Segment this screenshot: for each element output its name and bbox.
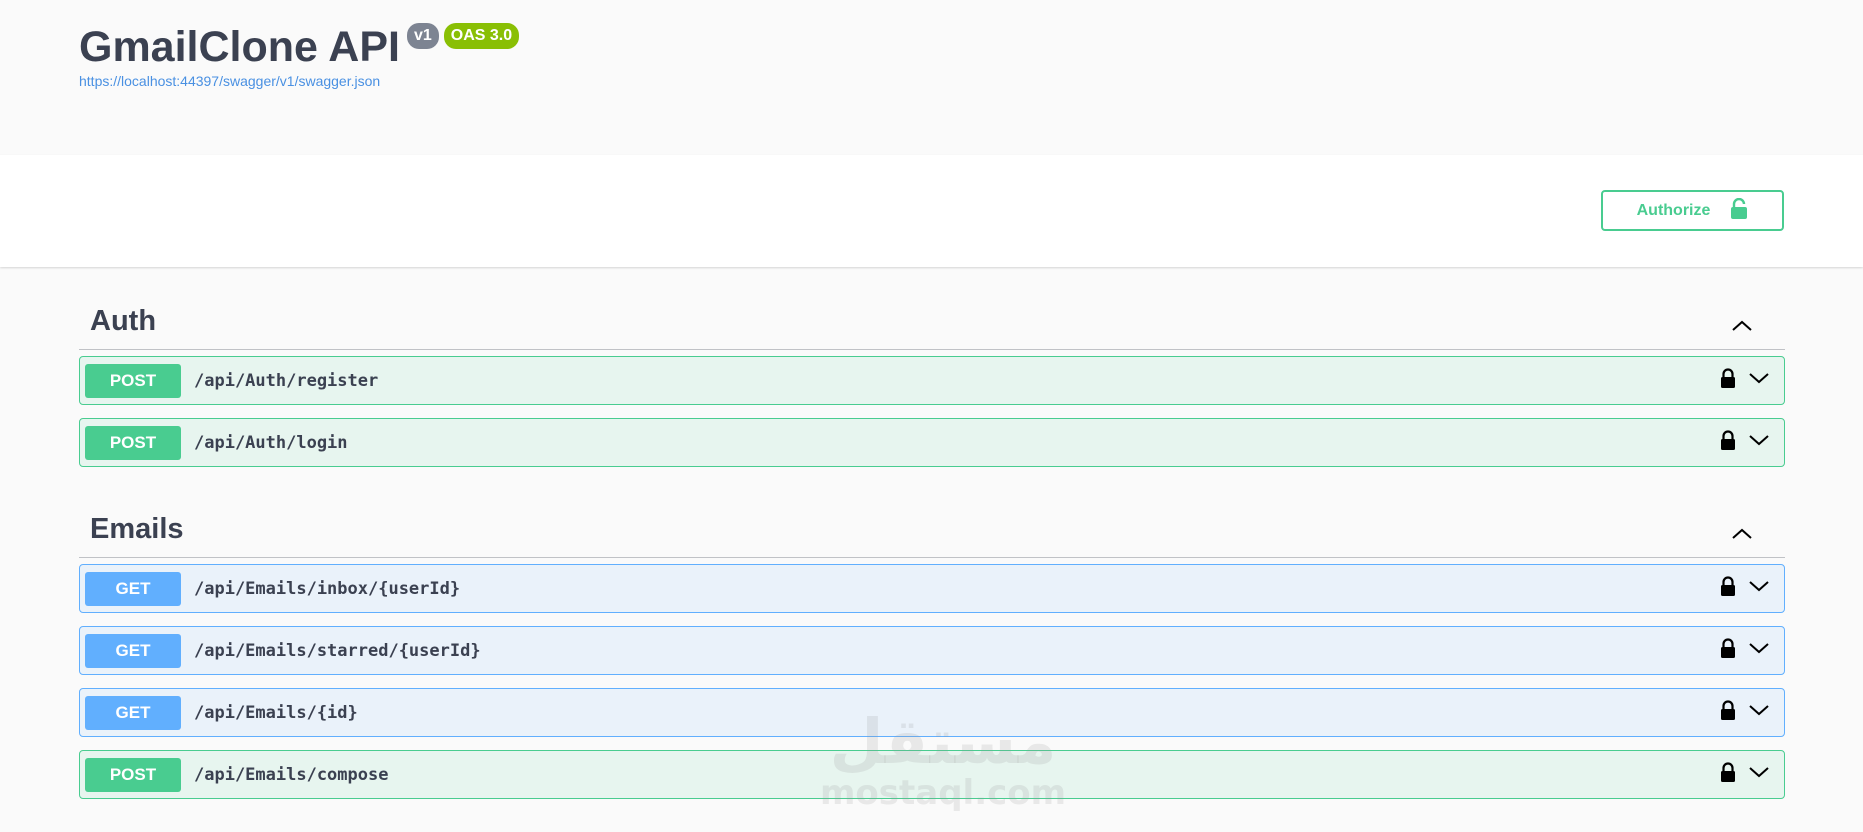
- tag-section-auth: Auth POST/api/Auth/register POST/api/Auth/…: [79, 267, 1785, 467]
- lock-icon[interactable]: [1720, 430, 1736, 455]
- api-info: GmailClone API v1 OAS 3.0 https://localh…: [0, 0, 1863, 155]
- lock-icon[interactable]: [1720, 576, 1736, 601]
- title-row: GmailClone API v1 OAS 3.0: [79, 22, 1863, 72]
- chevron-down-icon[interactable]: [1748, 641, 1770, 660]
- method-badge: GET: [85, 633, 181, 668]
- operation-path: /api/Emails/{id}: [194, 702, 358, 723]
- chevron-up-icon[interactable]: [1731, 319, 1753, 338]
- operation-row[interactable]: POST/api/Auth/register: [79, 356, 1785, 405]
- authorize-label: Authorize: [1636, 201, 1711, 219]
- operation-path: /api/Emails/starred/{userId}: [194, 640, 481, 661]
- operation-path: /api/Auth/login: [194, 432, 348, 453]
- operation-row[interactable]: GET/api/Emails/{id}: [79, 688, 1785, 737]
- method-badge: POST: [85, 363, 181, 398]
- operation-icons: [1720, 368, 1770, 393]
- operation-icons: [1720, 700, 1770, 725]
- tag-header-emails[interactable]: Emails: [79, 480, 1785, 558]
- tag-header-auth[interactable]: Auth: [79, 267, 1785, 350]
- chevron-down-icon[interactable]: [1748, 703, 1770, 722]
- lock-icon[interactable]: [1720, 638, 1736, 663]
- method-badge: GET: [85, 695, 181, 730]
- api-title: GmailClone API: [79, 23, 400, 71]
- operation-row[interactable]: GET/api/Emails/inbox/{userId}: [79, 564, 1785, 613]
- chevron-down-icon[interactable]: [1748, 371, 1770, 390]
- lock-icon[interactable]: [1720, 368, 1736, 393]
- operation-icons: [1720, 638, 1770, 663]
- unlocked-padlock-icon: [1730, 197, 1748, 224]
- operation-path: /api/Emails/inbox/{userId}: [194, 578, 461, 599]
- authorize-button[interactable]: Authorize: [1601, 190, 1784, 231]
- operations-wrapper: Auth POST/api/Auth/register POST/api/Auth/…: [0, 267, 1863, 799]
- tag-name: Auth: [90, 305, 157, 337]
- operation-row[interactable]: POST/api/Auth/login: [79, 418, 1785, 467]
- tag-name: Emails: [90, 513, 184, 545]
- lock-icon[interactable]: [1720, 762, 1736, 787]
- method-badge: POST: [85, 757, 181, 792]
- method-badge: POST: [85, 425, 181, 460]
- operation-row[interactable]: GET/api/Emails/starred/{userId}: [79, 626, 1785, 675]
- operation-row[interactable]: POST/api/Emails/compose: [79, 750, 1785, 799]
- tag-section-emails: Emails GET/api/Emails/inbox/{userId} GET/a…: [79, 480, 1785, 799]
- chevron-up-icon[interactable]: [1731, 527, 1753, 546]
- method-badge: GET: [85, 571, 181, 606]
- chevron-down-icon[interactable]: [1748, 765, 1770, 784]
- operation-icons: [1720, 430, 1770, 455]
- lock-icon[interactable]: [1720, 700, 1736, 725]
- spec-url-link[interactable]: https://localhost:44397/swagger/v1/swagg…: [79, 73, 1863, 89]
- operation-path: /api/Emails/compose: [194, 764, 389, 785]
- operation-path: /api/Auth/register: [194, 370, 379, 391]
- chevron-down-icon[interactable]: [1748, 579, 1770, 598]
- operation-icons: [1720, 576, 1770, 601]
- oas-badge: OAS 3.0: [443, 23, 520, 49]
- operation-icons: [1720, 762, 1770, 787]
- version-badge: v1: [406, 23, 439, 49]
- scheme-container: Authorize: [0, 155, 1863, 267]
- chevron-down-icon[interactable]: [1748, 433, 1770, 452]
